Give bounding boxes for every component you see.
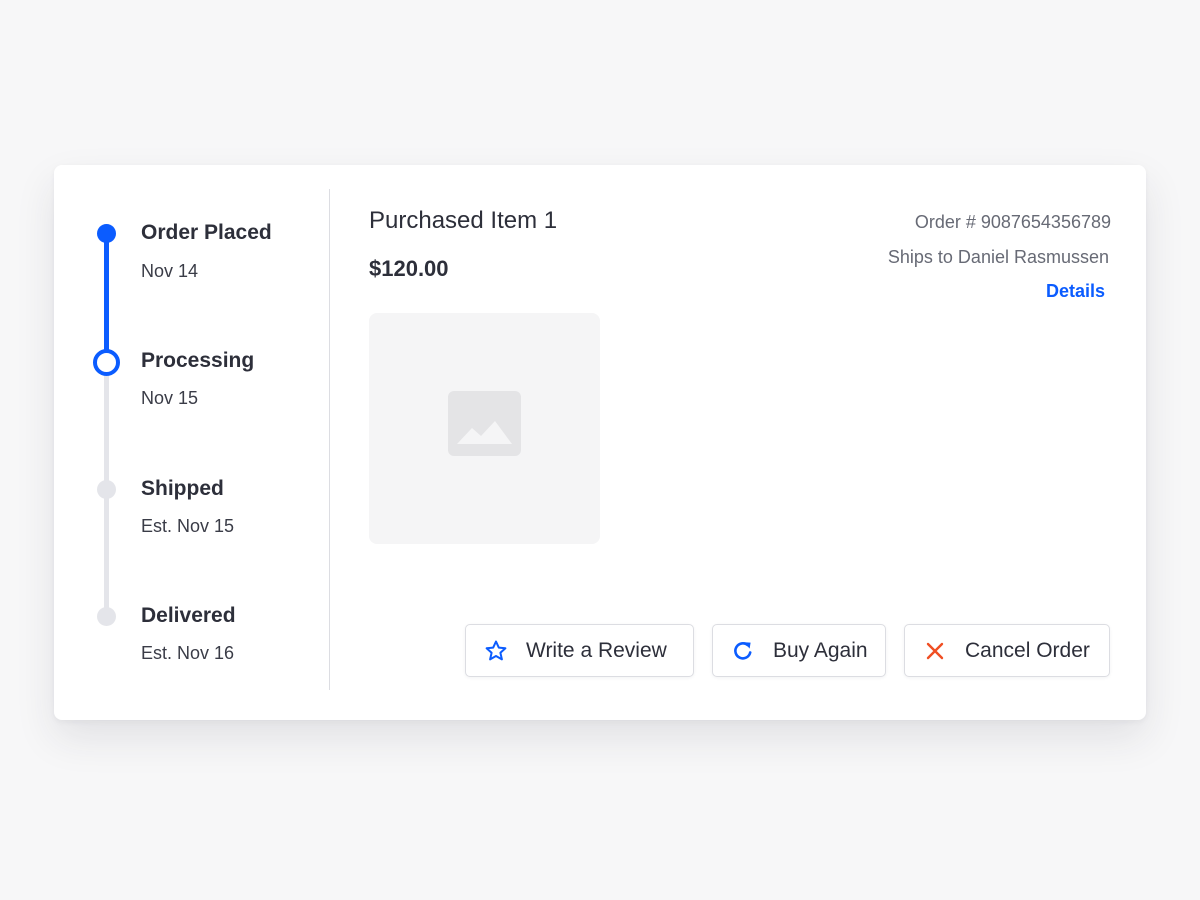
item-price: $120.00: [369, 256, 449, 281]
step-date-shipped: Est. Nov 15: [141, 516, 235, 536]
image-placeholder-icon: [448, 391, 521, 456]
step-label-processing: Processing: [141, 349, 255, 372]
step-date-order-placed: Nov 14: [141, 261, 199, 281]
order-card: Order Placed Nov 14 Processing Nov 15 Sh…: [54, 165, 1146, 720]
step-pending-dot: [97, 607, 116, 626]
vertical-divider: [329, 189, 330, 690]
write-review-button[interactable]: Write a Review: [465, 624, 694, 677]
close-icon: [923, 639, 947, 663]
details-link[interactable]: Details: [1046, 281, 1105, 302]
order-number: Order # 9087654356789: [914, 212, 1111, 232]
step-complete-dot: [97, 224, 116, 243]
cancel-order-label: Cancel Order: [965, 638, 1090, 662]
timeline-progress: [104, 235, 109, 363]
ships-to: Ships to Daniel Rasmussen: [887, 247, 1109, 267]
step-date-delivered: Est. Nov 16: [141, 643, 235, 663]
buy-again-label: Buy Again: [773, 638, 868, 662]
item-image: [369, 313, 600, 544]
step-pending-dot: [97, 480, 116, 499]
step-date-processing: Nov 15: [141, 388, 199, 408]
order-status-timeline: Order Placed Nov 14 Processing Nov 15 Sh…: [54, 165, 329, 720]
step-label-shipped: Shipped: [141, 477, 224, 500]
step-label-order-placed: Order Placed: [141, 221, 272, 244]
item-title: Purchased Item 1: [369, 207, 558, 234]
step-label-delivered: Delivered: [141, 604, 236, 627]
refresh-icon: [731, 639, 755, 663]
write-review-label: Write a Review: [526, 638, 667, 662]
cancel-order-button[interactable]: Cancel Order: [904, 624, 1110, 677]
buy-again-button[interactable]: Buy Again: [712, 624, 886, 677]
star-icon: [484, 639, 508, 663]
step-current-dot: [93, 349, 120, 376]
